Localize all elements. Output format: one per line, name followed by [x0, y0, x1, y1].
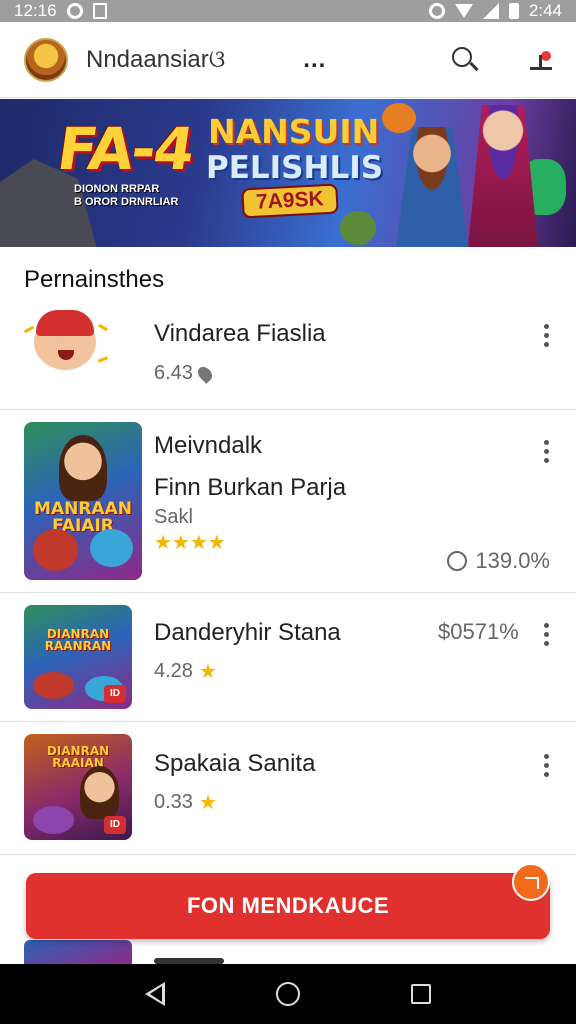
- external-link-icon[interactable]: [512, 863, 550, 901]
- item-name: Danderyhir Stana: [154, 619, 341, 646]
- item-rating-value: 6.43: [154, 362, 193, 384]
- star-icon: ★: [198, 661, 217, 683]
- item-name: Vindarea Fiaslia: [154, 320, 326, 347]
- notification-icon[interactable]: [528, 45, 554, 75]
- section-title: Pernainsthes: [24, 266, 165, 293]
- item-thumbnail-peek: [24, 940, 132, 964]
- item-subtitle: Finn Burkan Parja: [154, 474, 347, 501]
- item-meta: Sakl: [154, 506, 193, 528]
- refresh-icon: [447, 551, 468, 571]
- banner-creature-art: [340, 211, 376, 245]
- item-extra-value: 139.0%: [475, 548, 550, 573]
- item-stars: ★★★★: [154, 532, 226, 554]
- banner-character-art: [468, 105, 538, 247]
- list-item[interactable]: DIANRAN RAAIAN ID Spakaia Sanita 0.33 ★: [0, 722, 576, 854]
- search-icon[interactable]: [450, 45, 480, 75]
- home-icon[interactable]: [275, 982, 300, 1006]
- item-name-peek: [154, 952, 234, 964]
- banner-title-right-2: PELISHLIS: [206, 150, 384, 186]
- item-name: Meivndalk: [154, 432, 263, 459]
- divider: [0, 854, 576, 855]
- item-thumbnail: DIANRAN RAAIAN ID: [24, 734, 132, 840]
- item-rating: 4.28 ★: [154, 659, 217, 684]
- primary-cta-button[interactable]: FON MENDKAUCE: [26, 873, 550, 939]
- item-rating-value: 4.28: [154, 660, 193, 682]
- battery-icon: [508, 3, 519, 19]
- item-thumbnail: DIANRAN RAANRAN ID: [24, 605, 132, 709]
- app-title: Nndaansiarଓ: [86, 45, 226, 73]
- item-extra: 139.0%: [447, 548, 550, 574]
- status-app-icon: [66, 3, 83, 19]
- signal-icon: [482, 3, 499, 19]
- status-alarm-icon: [428, 3, 445, 19]
- recents-icon[interactable]: [410, 984, 431, 1004]
- banner-character-art: [396, 127, 468, 247]
- item-rating: 0.33 ★: [154, 790, 217, 815]
- more-vert-icon[interactable]: [544, 623, 550, 646]
- status-time: 12:16: [14, 1, 57, 20]
- item-rating: 6.43: [154, 362, 215, 385]
- item-name: Spakaia Sanita: [154, 750, 316, 777]
- item-thumbnail: [24, 308, 108, 388]
- more-vert-icon[interactable]: [544, 324, 550, 347]
- back-icon[interactable]: [145, 982, 166, 1006]
- list-item[interactable]: Vindarea Fiaslia 6.43: [0, 300, 576, 410]
- item-thumbnail: MANRAAN FAIAIR: [24, 422, 142, 580]
- status-bar: 12:16 2:44: [0, 0, 576, 22]
- list-item[interactable]: DIANRAN RAANRAN ID Danderyhir Stana 4.28…: [0, 593, 576, 721]
- more-vert-icon[interactable]: [544, 440, 550, 463]
- app-logo[interactable]: [24, 37, 68, 82]
- system-nav-bar: [0, 964, 576, 1024]
- item-rating-value: 0.33: [154, 791, 193, 813]
- banner-creature-art: [382, 103, 416, 133]
- item-price: $0571%: [438, 619, 519, 644]
- list-item[interactable]: MANRAAN FAIAIR Meivndalk Finn Burkan Par…: [0, 410, 576, 592]
- star-icon: ★: [198, 792, 217, 814]
- more-vert-icon[interactable]: [544, 754, 550, 777]
- wifi-icon: [454, 4, 473, 18]
- status-right-time: 2:44: [528, 1, 562, 20]
- status-notification-icon: [92, 3, 107, 19]
- banner-title-right-1: NANSUIN: [208, 112, 380, 151]
- banner-subtitle: DIONON RRPAR B OROR DRNRLIAR: [74, 183, 179, 208]
- banner-title-left: FA-4: [53, 115, 198, 183]
- overflow-menu-button[interactable]: ...: [303, 46, 326, 74]
- location-pin-icon: [195, 363, 215, 384]
- app-bar: Nndaansiarଓ ...: [0, 22, 576, 98]
- banner-badge: 7A9SK: [243, 185, 337, 217]
